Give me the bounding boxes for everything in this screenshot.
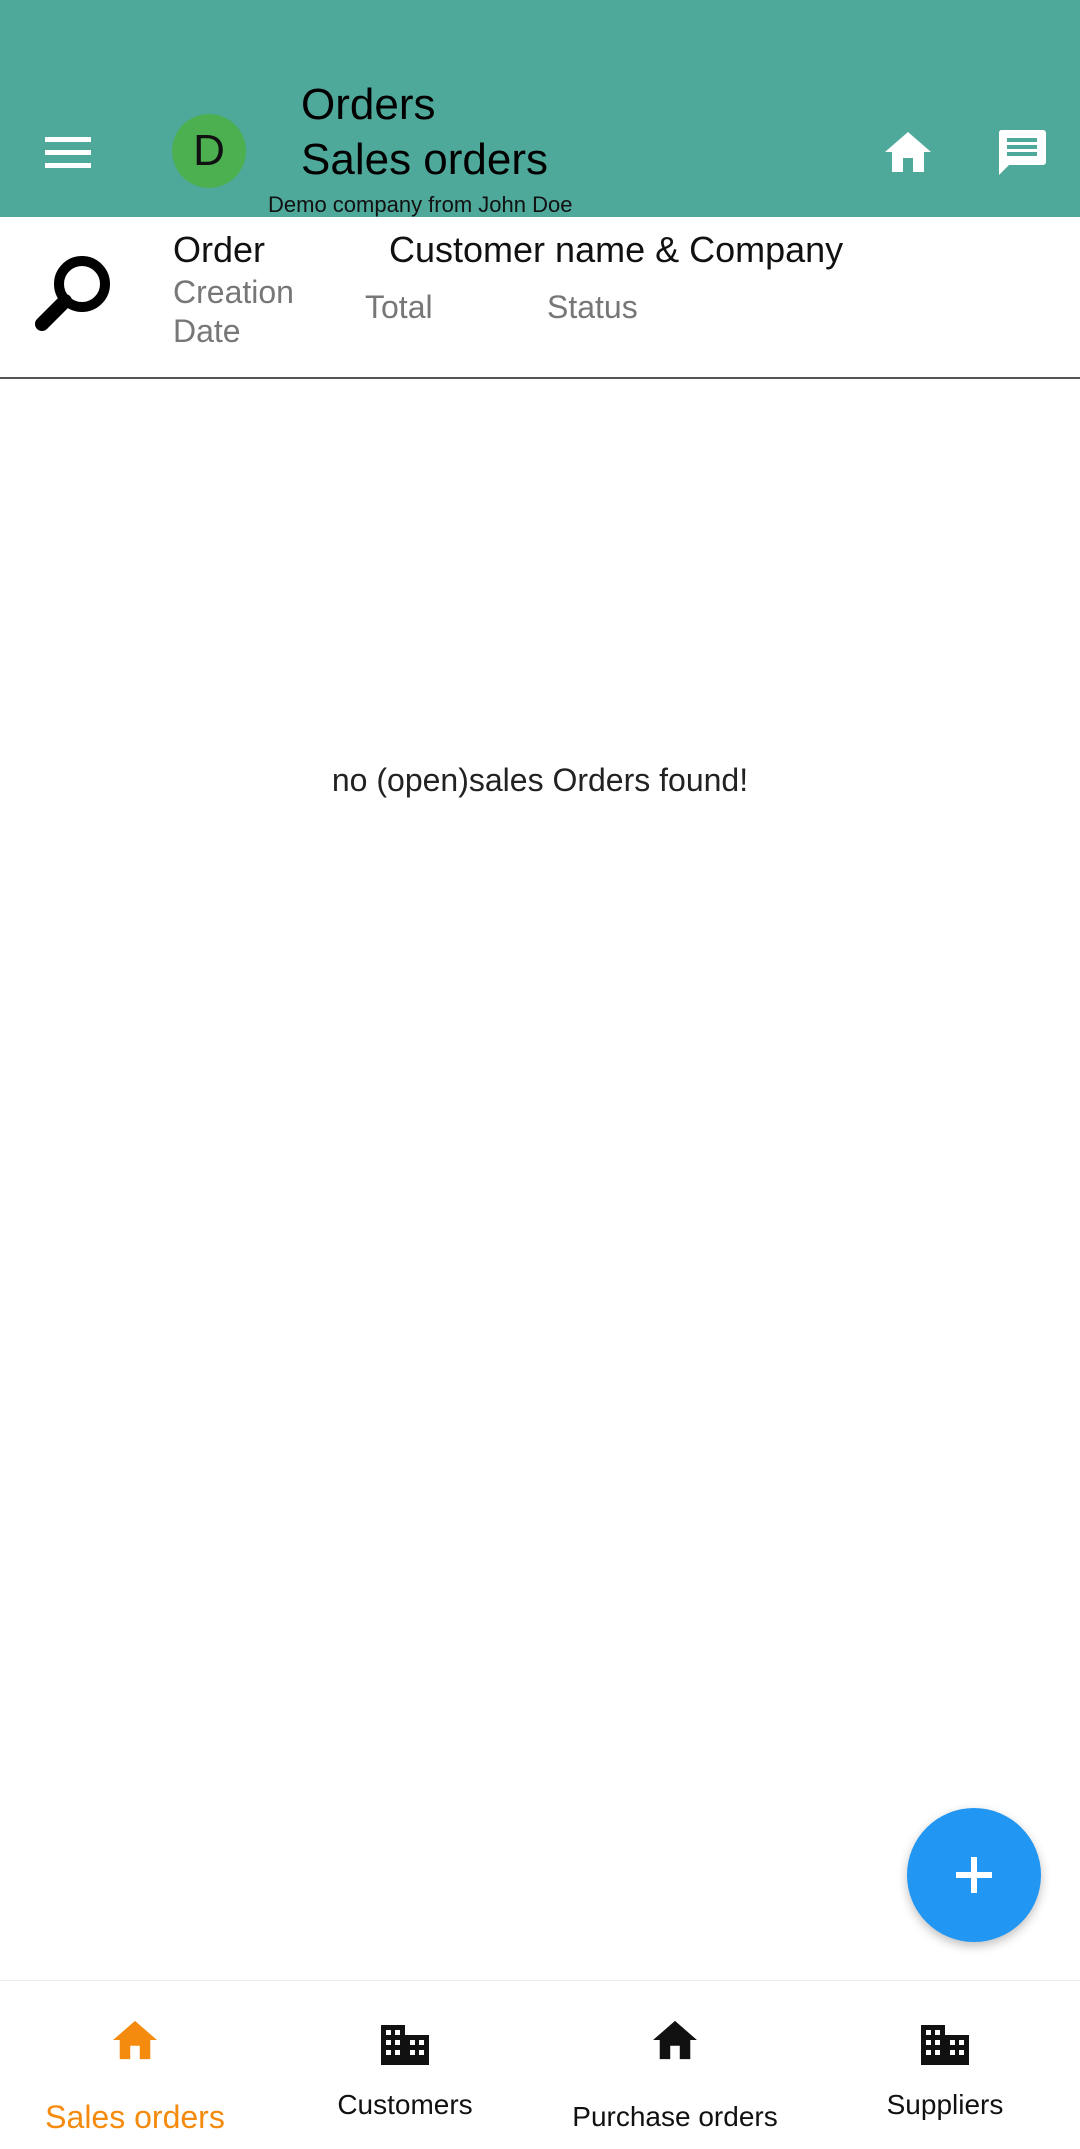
company-name: Demo company from John Doe <box>268 192 573 217</box>
bottom-navigation: Sales orders Customers Purchase orders S… <box>0 1980 1080 2149</box>
building-icon <box>921 2025 969 2065</box>
app-bar: D Orders Sales orders Demo company from … <box>0 0 1080 217</box>
column-order: Order <box>173 229 266 270</box>
home-button[interactable] <box>876 120 940 184</box>
list-header: Order Customer name & Company Creation D… <box>0 217 1080 379</box>
column-customer: Customer name & Company <box>389 229 844 270</box>
add-icon <box>956 1857 992 1893</box>
nav-label-suppliers: Suppliers <box>886 2089 1004 2120</box>
empty-state-message: no (open)sales Orders found! <box>331 762 749 798</box>
home-icon <box>885 132 931 172</box>
nav-item-customers[interactable]: Customers <box>270 1981 540 2149</box>
nav-label-purchase-orders: Purchase orders <box>572 2101 778 2132</box>
building-icon <box>381 2025 429 2065</box>
home-icon <box>653 2020 697 2060</box>
page-subtitle: Sales orders <box>301 135 549 184</box>
menu-icon <box>45 137 91 168</box>
add-order-button[interactable] <box>907 1808 1041 1942</box>
nav-label-customers: Customers <box>337 2089 473 2120</box>
home-icon <box>113 2020 157 2060</box>
column-creation-date: Creation Date <box>173 274 294 349</box>
page-title: Orders <box>301 80 436 129</box>
menu-button[interactable] <box>36 120 100 184</box>
chat-button[interactable] <box>990 120 1054 184</box>
search-icon <box>35 256 110 331</box>
nav-item-purchase-orders[interactable]: Purchase orders <box>540 1981 810 2149</box>
column-status: Status <box>547 289 638 325</box>
column-total: Total <box>365 289 433 325</box>
nav-item-suppliers[interactable]: Suppliers <box>810 1981 1080 2149</box>
nav-item-sales-orders[interactable]: Sales orders <box>0 1981 270 2149</box>
chat-icon <box>998 130 1046 175</box>
search-button[interactable] <box>30 247 120 337</box>
nav-label-sales-orders: Sales orders <box>45 2099 225 2135</box>
avatar[interactable]: D <box>172 114 246 188</box>
